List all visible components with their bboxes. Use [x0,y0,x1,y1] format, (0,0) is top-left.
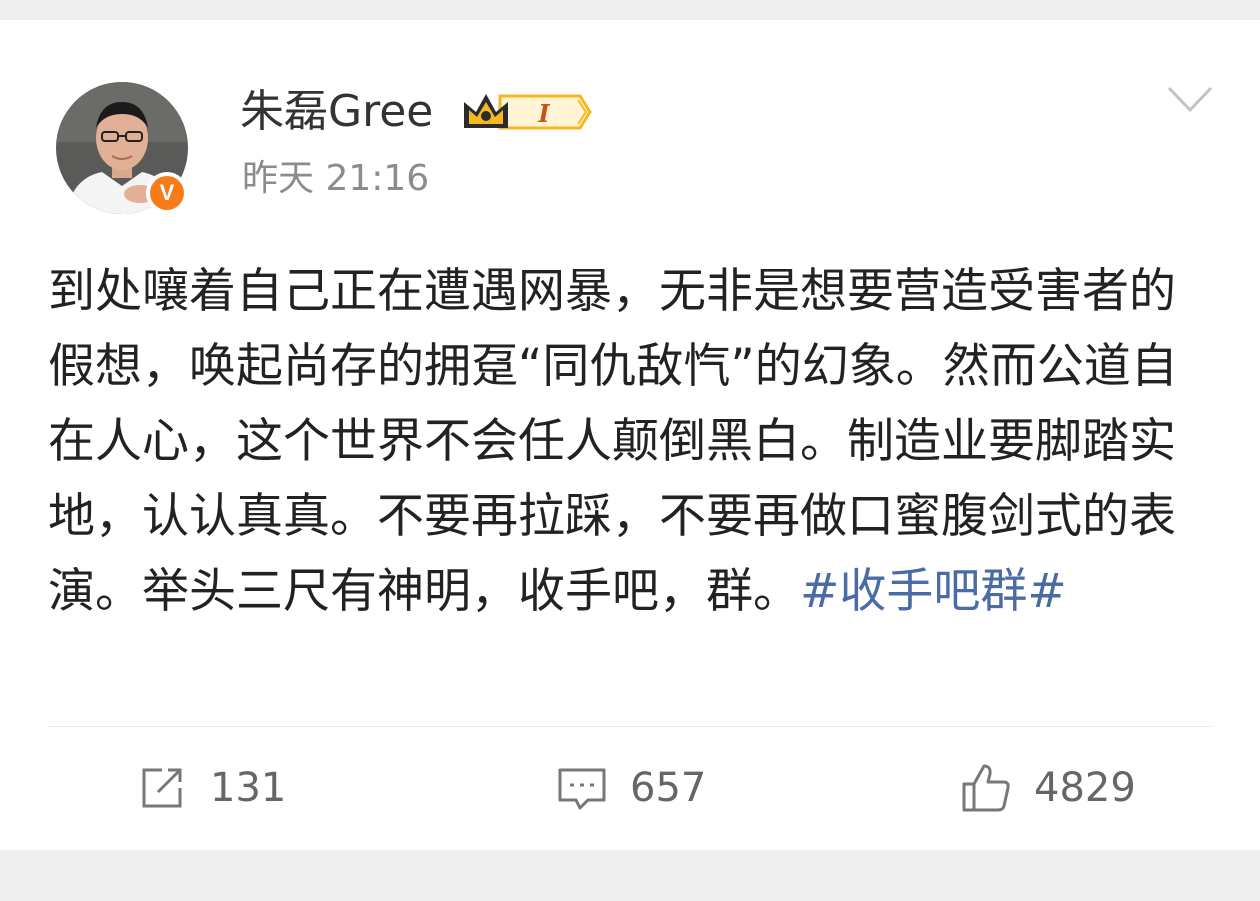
username[interactable]: 朱磊Gree [240,84,433,140]
divider [48,726,1212,727]
verified-badge: V [146,172,188,214]
repost-icon [142,768,182,808]
hashtag-link[interactable]: #收手吧群# [800,564,1067,619]
post-timestamp: 昨天 21:16 [242,158,430,199]
like-count: 4829 [1034,765,1136,811]
comment-count: 657 [630,765,707,811]
comment-button[interactable]: 657 [556,758,706,818]
vip-level-label: I [537,99,550,128]
vip-badge[interactable]: I [460,88,592,136]
chevron-down-icon[interactable] [1166,84,1214,114]
repost-count: 131 [210,765,287,811]
comment-icon [558,768,606,810]
verified-icon: V [150,176,184,210]
post-body-tail: 群。 [706,564,800,619]
like-icon [962,764,1010,812]
post-card[interactable]: V 朱磊Gree I 昨天 21:16 到处嚷着自己正在遭遇网暴，无非是想要营造… [0,20,1260,850]
post-content: 到处嚷着自己正在遭遇网暴，无非是想要营造受害者的假想，唤起尚存的拥趸“同仇敌忾”… [48,254,1218,629]
repost-button[interactable]: 131 [136,758,286,818]
like-button[interactable]: 4829 [960,758,1136,818]
